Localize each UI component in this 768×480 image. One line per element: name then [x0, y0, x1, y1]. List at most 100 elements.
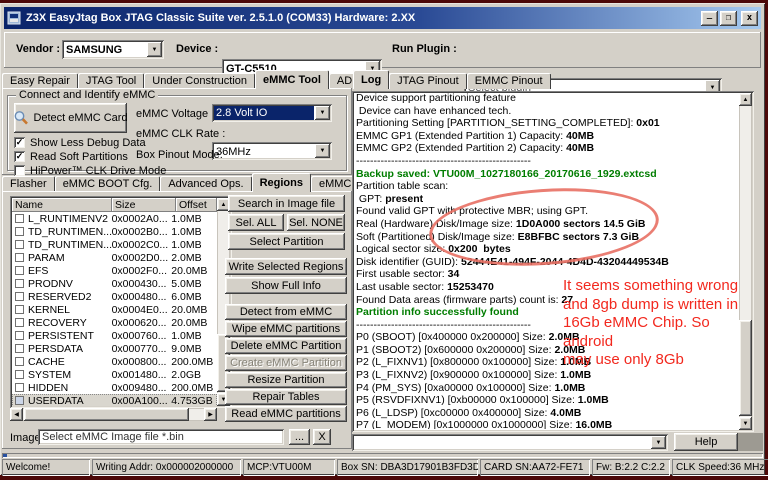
- log-content: Device support partitioning feature Devi…: [356, 92, 737, 429]
- select-partition-button[interactable]: Select Partition: [228, 233, 345, 250]
- table-header: Name Size Offset: [12, 198, 217, 212]
- detect-from-emmc-button[interactable]: Detect from eMMC: [225, 304, 347, 320]
- subtab-advanced-ops[interactable]: Advanced Ops.: [160, 176, 252, 192]
- table-row-l-runtimenv2[interactable]: L_RUNTIMENV2 0x0002A0... 1.0MB: [12, 212, 217, 225]
- emmc-voltage-select[interactable]: 2.8 Volt IO ▼: [212, 104, 332, 122]
- cell-size: 0x0004E0...: [111, 303, 168, 316]
- table-row-persistent[interactable]: PERSISTENT 0x000760... 1.0MB: [12, 329, 217, 342]
- help-button[interactable]: Help: [674, 433, 738, 451]
- table-row-kernel[interactable]: KERNEL 0x0004E0... 20.0MB: [12, 303, 217, 316]
- annotation-line: and 8gb dump is written in: [563, 295, 739, 313]
- wipe-emmc-partitions-button[interactable]: Wipe eMMC partitions: [225, 321, 347, 337]
- close-button[interactable]: x: [741, 10, 758, 26]
- command-select[interactable]: ▼: [352, 434, 668, 451]
- log-line: GPT: present: [356, 192, 424, 205]
- table-row-td-runtimen[interactable]: TD_RUNTIMEN... 0x0002C0... 1.0MB: [12, 238, 217, 251]
- table-row-persdata[interactable]: PERSDATA 0x000770... 9.0MB: [12, 342, 217, 355]
- column-header-size[interactable]: Size: [112, 198, 176, 212]
- row-checkbox[interactable]: [15, 370, 24, 379]
- tab-easy-repair[interactable]: Easy Repair: [2, 73, 78, 89]
- title-bar: Z3X EasyJtag Box JTAG Classic Suite ver.…: [4, 7, 761, 29]
- row-checkbox[interactable]: [15, 331, 24, 340]
- chevron-down-icon[interactable]: ▼: [147, 42, 162, 57]
- box-pinout-label: Box Pinout Mode:: [136, 149, 223, 161]
- checkbox-show-less-debug-data[interactable]: ✓ Show Less Debug Data: [14, 136, 146, 149]
- tab-under-construction[interactable]: Under Construction: [144, 73, 256, 89]
- row-checkbox[interactable]: [15, 344, 24, 353]
- row-checkbox[interactable]: [15, 396, 24, 405]
- scroll-up-icon[interactable]: ▲: [739, 93, 752, 106]
- logtab-log[interactable]: Log: [353, 70, 390, 89]
- minimize-button[interactable]: _: [701, 10, 718, 26]
- subtab-regions[interactable]: Regions: [251, 173, 311, 192]
- checkbox-checked-icon[interactable]: ✓: [14, 137, 25, 148]
- scroll-down-icon[interactable]: ▼: [739, 417, 752, 430]
- column-header-name[interactable]: Name: [12, 198, 112, 212]
- checkbox-read-soft-partitions[interactable]: ✓ Read Soft Partitions: [14, 150, 128, 163]
- search-in-image-button[interactable]: Search in Image file: [228, 195, 345, 212]
- chevron-down-icon[interactable]: ▼: [315, 106, 330, 120]
- row-checkbox[interactable]: [15, 305, 24, 314]
- table-row-efs[interactable]: EFS 0x0002F0... 20.0MB: [12, 264, 217, 277]
- cell-size: 0x000620...: [111, 316, 167, 329]
- log-line: Soft (Partitioned) Disk/Image size: E8BF…: [356, 230, 640, 243]
- maximize-button[interactable]: ❐: [720, 10, 737, 26]
- column-header-offset[interactable]: Offset: [176, 198, 217, 212]
- row-checkbox[interactable]: [15, 292, 24, 301]
- row-checkbox[interactable]: [15, 357, 24, 366]
- delete-emmc-partition-button[interactable]: Delete eMMC Partition: [225, 338, 347, 354]
- scroll-right-icon[interactable]: ▶: [204, 408, 217, 421]
- subtab-flasher[interactable]: Flasher: [2, 176, 55, 192]
- write-selected-regions-button[interactable]: Write Selected Regions: [225, 258, 347, 275]
- emmc-voltage-label: eMMC Voltage :: [136, 108, 215, 120]
- row-checkbox[interactable]: [15, 227, 24, 236]
- log-line: P7 (L_MODEM) [0x1000000 0x1000000] Size:…: [356, 419, 613, 429]
- table-row-prodnv[interactable]: PRODNV 0x000430... 5.0MB: [12, 277, 217, 290]
- show-full-info-button[interactable]: Show Full Info: [225, 277, 347, 294]
- cell-name: PARAM: [28, 251, 65, 264]
- select-all-button[interactable]: Sel. ALL: [228, 214, 284, 231]
- table-row-reserved2[interactable]: RESERVED2 0x000480... 6.0MB: [12, 290, 217, 303]
- detect-emmc-button[interactable]: Detect eMMC Card: [14, 103, 127, 133]
- row-checkbox[interactable]: [15, 240, 24, 249]
- emmc-clk-label: eMMC CLK Rate :: [136, 128, 226, 140]
- table-row-param[interactable]: PARAM 0x0002D0... 2.0MB: [12, 251, 217, 264]
- select-none-button[interactable]: Sel. NONE: [287, 214, 345, 231]
- regions-page: Name Size Offset L_RUNTIMENV2 0x0002A0...…: [2, 191, 352, 449]
- table-row-cache[interactable]: CACHE 0x000800... 200.0MB: [12, 355, 217, 368]
- tab-emmc-tool[interactable]: eMMC Tool: [255, 70, 329, 89]
- browse-image-button[interactable]: ...: [289, 429, 310, 445]
- checkbox-checked-icon[interactable]: ✓: [14, 151, 25, 162]
- subtab-emmc-boot-cfg[interactable]: eMMC BOOT Cfg.: [54, 176, 161, 192]
- table-row-recovery[interactable]: RECOVERY 0x000620... 20.0MB: [12, 316, 217, 329]
- logtab-jtag-pinout[interactable]: JTAG Pinout: [389, 73, 467, 89]
- table-row-hidden[interactable]: HIDDEN 0x009480... 200.0MB: [12, 381, 217, 394]
- table-horizontal-scrollbar[interactable]: ◀ ▶: [10, 408, 217, 421]
- table-row-td-runtimen[interactable]: TD_RUNTIMEN... 0x0002B0... 1.0MB: [12, 225, 217, 238]
- table-row-system[interactable]: SYSTEM 0x001480... 2.0GB: [12, 368, 217, 381]
- vendor-select[interactable]: SAMSUNG ▼: [62, 40, 164, 59]
- clear-image-button[interactable]: X: [313, 429, 331, 445]
- row-checkbox[interactable]: [15, 266, 24, 275]
- resize-partition-button[interactable]: Resize Partition: [225, 372, 347, 388]
- scrollbar-thumb[interactable]: [24, 408, 189, 421]
- chevron-down-icon[interactable]: ▼: [651, 436, 666, 449]
- table-row-userdata[interactable]: USERDATA 0x00A100... 4.753GB: [12, 394, 217, 406]
- repair-tables-button[interactable]: Repair Tables: [225, 389, 347, 405]
- row-checkbox[interactable]: [15, 214, 24, 223]
- row-checkbox[interactable]: [15, 383, 24, 392]
- chevron-down-icon[interactable]: ▼: [315, 144, 330, 158]
- tab-jtag-tool[interactable]: JTAG Tool: [77, 73, 145, 89]
- log-line: P5 (RSVDFIXNV1) [0xb00000 0x100000] Size…: [356, 394, 609, 407]
- row-checkbox[interactable]: [15, 253, 24, 262]
- logtab-emmc-pinout[interactable]: EMMC Pinout: [466, 73, 551, 89]
- row-checkbox[interactable]: [15, 318, 24, 327]
- read-emmc-partitions-button[interactable]: Read eMMC partitions: [225, 406, 347, 422]
- row-checkbox[interactable]: [15, 279, 24, 288]
- connect-group-title: Connect and Identify eMMC: [16, 89, 159, 101]
- emmc-clk-select[interactable]: 36MHz ▼: [212, 142, 332, 160]
- cell-name: HIDDEN: [28, 381, 69, 394]
- log-vertical-scrollbar[interactable]: ▲ ▼: [739, 93, 752, 430]
- image-file-input[interactable]: Select eMMC Image file *.bin: [38, 429, 284, 445]
- scroll-left-icon[interactable]: ◀: [10, 408, 23, 421]
